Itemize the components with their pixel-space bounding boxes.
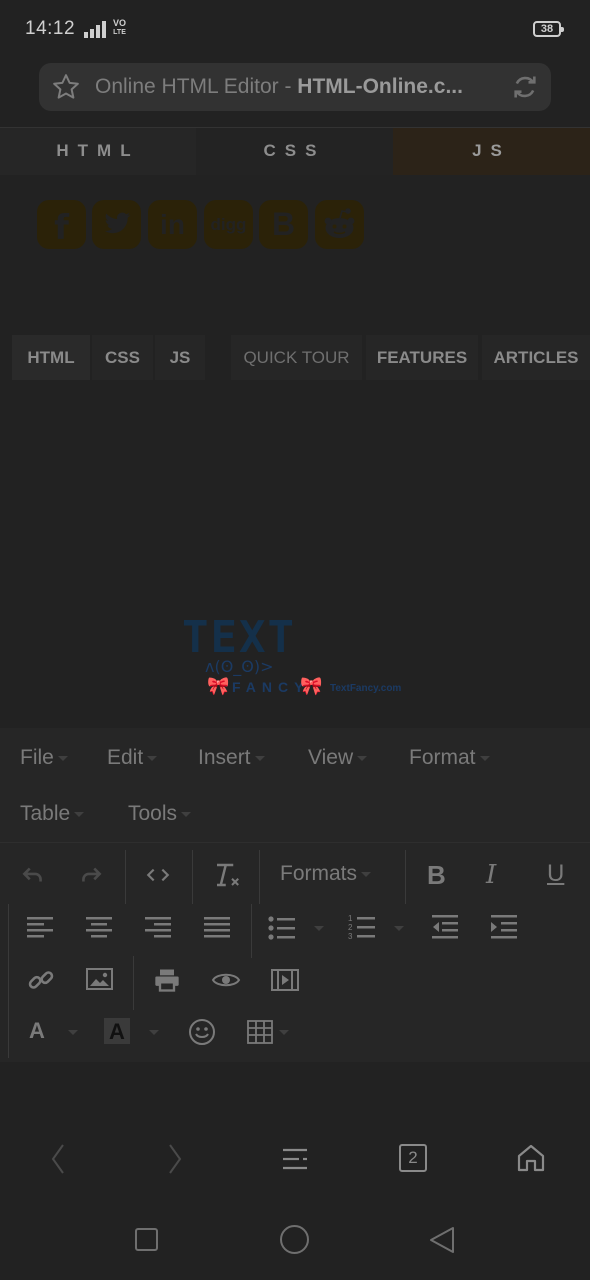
tab-css[interactable]: CSS <box>196 128 393 175</box>
browser-bottom-bar: 2 <box>0 1120 590 1196</box>
home-circle-icon[interactable] <box>280 1225 309 1254</box>
system-navigation-bar <box>0 1196 590 1280</box>
align-justify-icon[interactable] <box>204 915 232 941</box>
toolbar-separator <box>8 904 9 958</box>
nav-features[interactable]: FEATURES <box>366 335 478 380</box>
blogger-icon[interactable]: B <box>259 200 308 249</box>
facebook-icon[interactable]: f <box>37 200 86 249</box>
bow-icon: 🎀 <box>207 676 230 696</box>
toolbar-separator <box>8 956 9 1010</box>
logo-text: TEXT <box>182 612 296 663</box>
numbered-list-icon[interactable]: 123 <box>348 913 408 941</box>
back-icon[interactable] <box>48 1142 68 1176</box>
toolbar-separator <box>259 850 260 904</box>
italic-icon[interactable]: I <box>486 860 496 890</box>
underline-icon[interactable]: U <box>547 860 564 888</box>
reload-icon[interactable] <box>511 73 539 101</box>
bullet-list-icon[interactable] <box>268 915 328 941</box>
logo-face: ʌ(ʘ_ʘ)> <box>205 657 274 676</box>
svg-text:1: 1 <box>348 914 353 923</box>
digg-icon[interactable]: digg <box>204 200 253 249</box>
menu-view[interactable]: View <box>308 746 368 770</box>
menu-format[interactable]: Format <box>409 746 490 770</box>
toolbar-separator <box>8 1008 9 1058</box>
menu-file[interactable]: File <box>20 746 68 770</box>
menu-table[interactable]: Table <box>20 802 85 826</box>
align-right-icon[interactable] <box>145 915 173 941</box>
toolbar-separator <box>405 850 406 904</box>
outdent-icon[interactable] <box>432 915 460 941</box>
recent-apps-icon[interactable] <box>135 1228 158 1251</box>
tab-html[interactable]: HTML <box>0 128 196 175</box>
toolbar-separator <box>125 850 126 904</box>
nav-js[interactable]: JS <box>155 335 205 380</box>
forward-icon[interactable] <box>165 1142 185 1176</box>
home-icon[interactable] <box>515 1142 547 1174</box>
reddit-icon[interactable] <box>315 200 364 249</box>
redo-icon[interactable] <box>78 862 104 888</box>
signal-icon <box>84 21 106 38</box>
nav-css[interactable]: CSS <box>92 335 153 380</box>
linkedin-icon[interactable]: in <box>148 200 197 249</box>
source-code-icon[interactable] <box>145 862 171 888</box>
image-icon[interactable] <box>86 967 114 993</box>
menu-tools[interactable]: Tools <box>128 802 192 826</box>
page-title[interactable]: Online HTML Editor - HTML-Online.c... <box>95 75 495 99</box>
address-bar[interactable]: Online HTML Editor - HTML-Online.c... <box>39 63 551 111</box>
rich-text-editor: File Edit Insert View Format Table Tools… <box>0 728 590 1062</box>
toolbar-separator <box>133 956 134 1010</box>
table-icon[interactable] <box>247 1020 295 1044</box>
logo-fancy: FANCY <box>232 679 310 695</box>
preview-eye-icon[interactable] <box>211 968 241 992</box>
indent-icon[interactable] <box>491 915 519 941</box>
menu-edit[interactable]: Edit <box>107 746 158 770</box>
tabs-count-button[interactable]: 2 <box>399 1144 427 1172</box>
align-center-icon[interactable] <box>86 915 114 941</box>
svg-text:2: 2 <box>348 923 353 932</box>
bookmark-star-icon[interactable] <box>51 72 81 102</box>
nav-articles[interactable]: ARTICLES <box>482 335 590 380</box>
bold-icon[interactable]: B <box>427 860 446 891</box>
text-color-icon[interactable]: A <box>29 1018 45 1044</box>
twitter-icon[interactable] <box>92 200 141 249</box>
clear-formatting-icon[interactable] <box>212 860 242 890</box>
link-icon[interactable] <box>27 966 55 994</box>
bow-icon: 🎀 <box>300 676 323 696</box>
media-video-icon[interactable] <box>271 967 299 993</box>
background-color-icon[interactable]: A <box>104 1018 130 1044</box>
toolbar-separator <box>192 850 193 904</box>
volte-indicator: VO LTE <box>113 18 127 37</box>
battery-icon: 38 <box>533 21 564 37</box>
status-time: 14:12 <box>25 18 76 39</box>
emoticon-icon[interactable] <box>187 1017 217 1047</box>
svg-text:3: 3 <box>348 932 353 941</box>
align-left-icon[interactable] <box>27 915 55 941</box>
status-bar: 14:12 VO LTE 38 <box>0 0 590 56</box>
nav-quick-tour[interactable]: QUICK TOUR <box>231 335 362 380</box>
chevron-down-icon[interactable] <box>68 1030 78 1035</box>
nav-html[interactable]: HTML <box>12 335 90 380</box>
divider <box>0 842 590 843</box>
back-triangle-icon[interactable] <box>428 1225 456 1255</box>
formats-dropdown[interactable]: Formats <box>280 862 372 886</box>
menu-insert[interactable]: Insert <box>198 746 265 770</box>
undo-icon[interactable] <box>20 862 46 888</box>
menu-icon[interactable] <box>281 1144 311 1174</box>
logo-domain: TextFancy.com <box>330 683 402 694</box>
tab-js[interactable]: JS <box>393 128 590 175</box>
chevron-down-icon[interactable] <box>149 1030 159 1035</box>
print-icon[interactable] <box>153 966 181 994</box>
toolbar-separator <box>251 904 252 958</box>
